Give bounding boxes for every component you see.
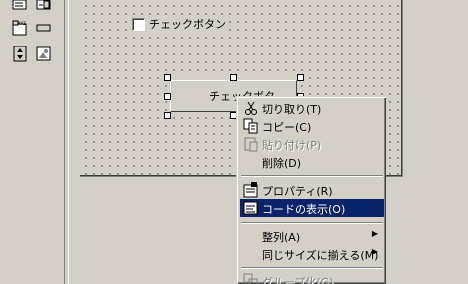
toolbox-divider	[64, 0, 69, 284]
resize-handle-top-right[interactable]	[297, 74, 304, 81]
submenu-arrow-icon: ▶	[371, 247, 378, 256]
resize-handle-middle-left[interactable]	[164, 93, 171, 100]
menu-item-label: コードの表示(O)	[262, 203, 346, 216]
menu-item-view-code[interactable]: コードの表示(O)	[240, 199, 384, 217]
checkbox-box[interactable]	[132, 17, 145, 31]
menu-item-copy[interactable]: コピー(C)	[240, 117, 384, 135]
resize-handle-bottom-left[interactable]	[164, 112, 171, 119]
menu-item-label: 貼り付け(P)	[262, 139, 322, 152]
menu-item-label: コピー(C)	[262, 121, 312, 134]
menu-item-properties[interactable]: プロパティ(R)	[240, 181, 384, 199]
menu-separator	[241, 222, 383, 224]
menu-item-cut[interactable]: 切り取り(T)	[240, 99, 384, 117]
checkbox-label: チェックボタン	[149, 18, 226, 31]
menu-item-group[interactable]: グループ化(G)	[240, 272, 384, 284]
menu-item-label: 削除(D)	[262, 157, 302, 170]
resize-handle-top-left[interactable]	[164, 74, 171, 81]
view-code-icon	[243, 200, 259, 216]
multipage-tool-icon[interactable]: XYZ	[12, 20, 28, 36]
menu-item-label: グループ化(G)	[262, 276, 334, 284]
menu-item-make-same-size[interactable]: 同じサイズに揃える(M) ▶	[240, 245, 384, 263]
group-icon	[243, 273, 259, 284]
menu-item-label: プロパティ(R)	[262, 185, 333, 198]
menu-separator	[241, 175, 383, 177]
properties-icon	[243, 182, 259, 198]
scrollbar-tool-icon[interactable]	[36, 22, 52, 36]
menu-item-label: 切り取り(T)	[262, 103, 322, 116]
menu-item-label: 整列(A)	[262, 231, 301, 244]
combobox-tool-icon[interactable]	[36, 0, 52, 14]
image-tool-icon[interactable]	[36, 46, 52, 61]
scissors-icon	[243, 100, 259, 116]
menu-item-align[interactable]: 整列(A) ▶	[240, 227, 384, 245]
checkbox-control[interactable]: チェックボタン	[132, 17, 226, 31]
copy-icon	[243, 118, 259, 134]
menu-item-delete[interactable]: 削除(D)	[240, 153, 384, 171]
spinbutton-tool-icon[interactable]	[12, 46, 28, 62]
listbox-tool-icon[interactable]	[12, 0, 28, 14]
control-toolbox: XYZ	[0, 0, 65, 180]
menu-item-paste[interactable]: 貼り付け(P)	[240, 135, 384, 153]
context-menu: 切り取り(T) コピー(C) 貼り付け(P) 削除(D) プロパティ(R) コー…	[236, 96, 386, 284]
resize-handle-top-center[interactable]	[230, 74, 237, 81]
paste-icon	[243, 136, 259, 152]
submenu-arrow-icon: ▶	[371, 229, 378, 238]
svg-text:XYZ: XYZ	[18, 21, 26, 26]
menu-separator	[241, 267, 383, 269]
menu-item-label: 同じサイズに揃える(M)	[262, 249, 379, 262]
